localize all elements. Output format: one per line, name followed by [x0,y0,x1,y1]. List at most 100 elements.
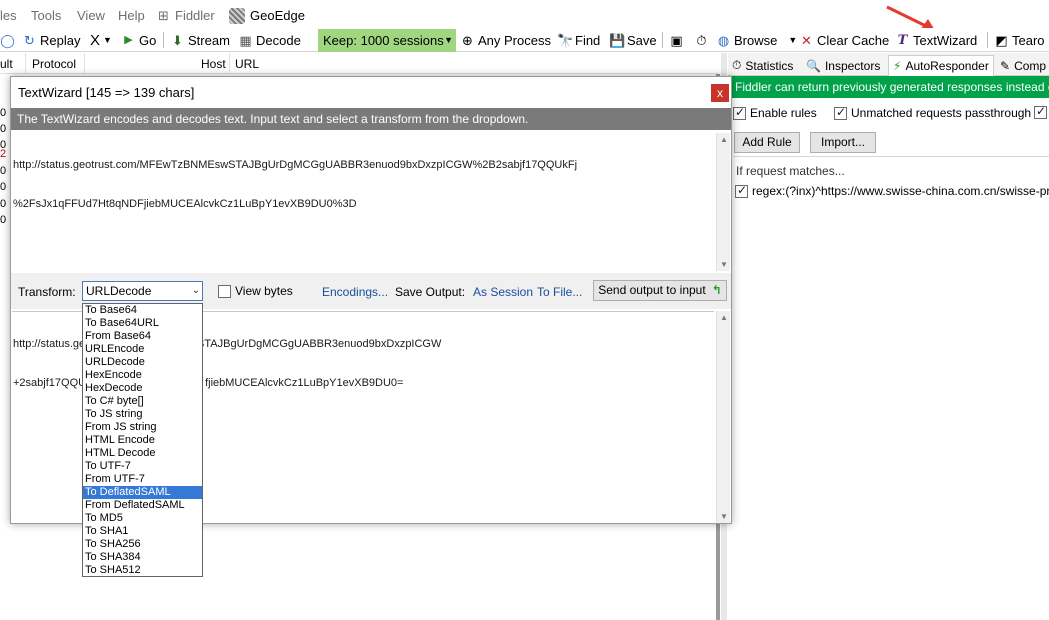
tab-composer[interactable]: ✎ Comp [996,55,1049,76]
session-result[interactable]: 0 [0,123,6,135]
session-result[interactable]: 0 [0,198,6,210]
session-result[interactable]: 0 [0,107,6,119]
menu-geoedge[interactable]: GeoEdge [250,8,305,23]
save-output-label: Save Output: [395,285,466,299]
extra-option-checkbox[interactable] [1034,104,1047,119]
comment-button[interactable]: ◯ [0,31,15,49]
unmatched-passthrough-option[interactable]: Unmatched requests passthrough [834,105,1031,120]
find-button[interactable]: 🔭 Find [557,31,600,49]
output-scrollbar[interactable]: ▲ ▼ [716,311,730,523]
column-host[interactable]: Host [201,57,226,71]
import-button[interactable]: Import... [810,132,876,153]
as-session-link[interactable]: As Session [473,285,533,299]
toolbar: ◯ ↻ Replay X ▼ ▶ Go ⬇ Stream ▦ Decode Ke… [0,28,1049,52]
transform-option[interactable]: From DeflatedSAML [83,499,202,512]
transform-option[interactable]: URLEncode [83,343,202,356]
view-bytes-option[interactable]: View bytes [218,284,293,298]
rule-checkbox[interactable] [735,183,748,198]
unmatched-passthrough-checkbox[interactable] [834,105,847,120]
tab-inspectors[interactable]: 🔍 Inspectors [802,55,884,76]
transform-option[interactable]: To SHA512 [83,564,202,576]
crosshair-icon: ⊕ [462,32,473,48]
menu-tools[interactable]: Tools [31,8,61,23]
textwizard-button[interactable]: T TextWizard [895,31,978,49]
tab-statistics[interactable]: ⏱ Statistics [728,55,797,76]
remove-button[interactable]: X ▼ [90,31,112,49]
any-process-button[interactable]: ⊕ Any Process [460,31,551,49]
transform-option[interactable]: URLDecode [83,356,202,369]
input-scrollbar[interactable]: ▲ ▼ [716,133,730,271]
scroll-up-icon: ▲ [720,135,728,144]
rule-row[interactable]: regex:(?inx)^https://www.swisse-china.co… [735,183,1049,198]
menu-rules[interactable]: les [0,8,17,23]
input-text-line: http://status.geotrust.com/MFEwTzBNMEswS… [13,159,578,171]
column-protocol[interactable]: Protocol [32,57,76,71]
transform-option[interactable]: To Base64 [83,304,202,317]
tearoff-button[interactable]: ◩ Tearo [994,31,1045,49]
keep-sessions-label: Keep: 1000 sessions [323,33,444,48]
session-result[interactable]: 2 [0,148,6,160]
save-button[interactable]: 💾 Save [609,31,657,49]
column-url[interactable]: URL [235,57,259,71]
go-button[interactable]: ▶ Go [121,31,156,49]
transform-option[interactable]: HexDecode [83,382,202,395]
session-result[interactable]: 0 [0,214,6,226]
tab-inspectors-label: Inspectors [824,58,881,73]
decode-icon: ▦ [239,32,252,48]
timer-icon: ⏱ [696,32,707,48]
decode-button[interactable]: ▦ Decode [238,31,300,49]
transform-option[interactable]: To Base64URL [83,317,202,330]
replay-button[interactable]: ↻ Replay [22,31,80,49]
tearoff-label: Tearo [1012,32,1045,48]
tab-autoresponder[interactable]: ⚡ AutoResponder [888,55,994,76]
output-text-segment: +2sabjf17QQU [13,377,87,389]
inspect-icon: 🔍 [806,58,821,73]
transform-option[interactable]: HexEncode [83,369,202,382]
transform-option[interactable]: To JS string [83,408,202,421]
go-label: Go [139,32,157,48]
transform-option[interactable]: To SHA384 [83,551,202,564]
menu-view[interactable]: View [77,8,105,23]
menu-fiddler[interactable]: Fiddler [175,8,215,23]
extra-option[interactable] [1034,104,1047,119]
enable-rules-label: Enable rules [750,106,817,120]
view-bytes-checkbox[interactable] [218,284,231,298]
binoculars-icon: 🔭 [557,32,574,48]
session-result[interactable]: 0 [0,181,6,193]
screenshot-button[interactable]: ▣ [669,31,684,49]
transform-option[interactable]: To SHA256 [83,538,202,551]
keep-sessions-dropdown[interactable]: Keep: 1000 sessions ▼ [318,29,456,52]
clear-cache-button[interactable]: ✕ Clear Cache [799,31,889,49]
column-result[interactable]: ult [0,57,13,71]
output-text-segment: http://status.ge [13,338,86,350]
add-rule-button[interactable]: Add Rule [734,132,800,153]
input-textarea[interactable]: http://status.geotrust.com/MFEwTzBNMEswS… [12,133,714,271]
replay-label: Replay [40,32,81,48]
tearoff-icon: ◩ [995,32,1008,48]
transform-option[interactable]: To C# byte[] [83,395,202,408]
close-button[interactable]: x [711,84,729,102]
session-result[interactable]: 0 [0,165,6,177]
transform-option[interactable]: To DeflatedSAML [83,486,202,499]
enable-rules-checkbox[interactable] [733,105,746,120]
timer-button[interactable]: ⏱ [694,31,709,49]
menu-help[interactable]: Help [118,8,145,23]
transform-option[interactable]: From Base64 [83,330,202,343]
enable-rules-option[interactable]: Enable rules [733,105,817,120]
transform-select[interactable]: URLDecode ⌄ [82,281,203,301]
browse-button[interactable]: ◍ Browse ▼ [716,31,797,49]
send-output-button[interactable]: Send output to input ↰ [593,280,727,301]
transform-option[interactable]: HTML Encode [83,434,202,447]
stream-button[interactable]: ⬇ Stream [170,31,230,49]
transform-option[interactable]: To MD5 [83,512,202,525]
to-file-link[interactable]: To File... [537,285,582,299]
output-text-segment: fjiebMUCEAlcvkCz1LuBpY1evXB9DU0= [205,377,404,389]
textwizard-description: The TextWizard encodes and decodes text.… [11,108,731,130]
transform-option[interactable]: From UTF-7 [83,473,202,486]
tab-autoresponder-label: AutoResponder [905,59,989,73]
transform-option[interactable]: From JS string [83,421,202,434]
transform-option[interactable]: To SHA1 [83,525,202,538]
encodings-link[interactable]: Encodings... [322,285,388,299]
transform-option[interactable]: HTML Decode [83,447,202,460]
transform-option[interactable]: To UTF-7 [83,460,202,473]
